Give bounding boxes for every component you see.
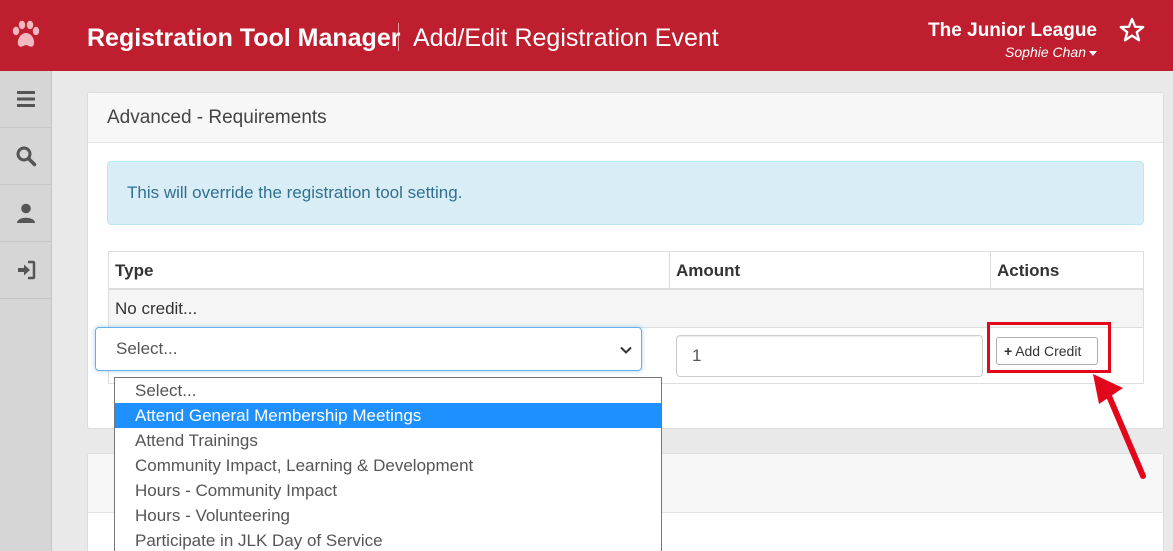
type-select-value: Select... bbox=[116, 339, 178, 358]
column-header-actions: Actions bbox=[997, 261, 1060, 280]
sidebar-item-search[interactable] bbox=[0, 128, 51, 185]
type-select[interactable]: Select... bbox=[95, 327, 642, 371]
panel-title: Advanced - Requirements bbox=[88, 93, 1163, 143]
info-alert: This will override the registration tool… bbox=[107, 161, 1144, 225]
page-title: Add/Edit Registration Event bbox=[413, 24, 719, 52]
user-icon bbox=[16, 203, 35, 223]
option-attend-trainings[interactable]: Attend Trainings bbox=[115, 428, 661, 453]
option-hours-volunteering[interactable]: Hours - Volunteering bbox=[115, 503, 661, 528]
column-header-amount: Amount bbox=[670, 252, 991, 288]
sidebar bbox=[0, 71, 52, 551]
option-community-impact-learning-development[interactable]: Community Impact, Learning & Development bbox=[115, 453, 661, 478]
search-icon bbox=[16, 146, 36, 167]
sign-in-icon bbox=[17, 260, 35, 280]
top-bar: Registration Tool Manager Add/Edit Regis… bbox=[0, 0, 1173, 71]
user-menu[interactable]: Sophie Chan bbox=[1005, 43, 1097, 61]
option-participate-in-jlk-day-of-service[interactable]: Participate in JLK Day of Service bbox=[115, 528, 661, 551]
user-name: Sophie Chan bbox=[1005, 44, 1086, 60]
table-header: Type Amount Actions bbox=[108, 251, 1144, 290]
option-attend-general-membership-meetings[interactable]: Attend General Membership Meetings bbox=[115, 403, 661, 428]
option-hours-community-impact[interactable]: Hours - Community Impact bbox=[115, 478, 661, 503]
caret-down-icon bbox=[1089, 50, 1097, 56]
star-icon[interactable] bbox=[1118, 16, 1146, 44]
amount-input[interactable]: 1 bbox=[676, 335, 983, 377]
chevron-down-icon bbox=[620, 346, 632, 354]
sidebar-item-user[interactable] bbox=[0, 185, 51, 242]
sidebar-item-menu[interactable] bbox=[0, 71, 51, 128]
highlight-box bbox=[987, 322, 1111, 373]
column-header-type: Type bbox=[109, 252, 670, 288]
paw-logo-icon[interactable] bbox=[8, 17, 44, 53]
title-separator bbox=[398, 23, 399, 51]
sidebar-item-sign-in[interactable] bbox=[0, 242, 51, 299]
app-title[interactable]: Registration Tool Manager bbox=[87, 22, 400, 54]
menu-icon bbox=[16, 91, 35, 107]
type-options-list[interactable]: Select... Attend General Membership Meet… bbox=[114, 377, 662, 551]
annotation-arrow-icon bbox=[1093, 374, 1146, 479]
option-select[interactable]: Select... bbox=[115, 378, 661, 403]
org-name: The Junior League bbox=[928, 20, 1097, 41]
